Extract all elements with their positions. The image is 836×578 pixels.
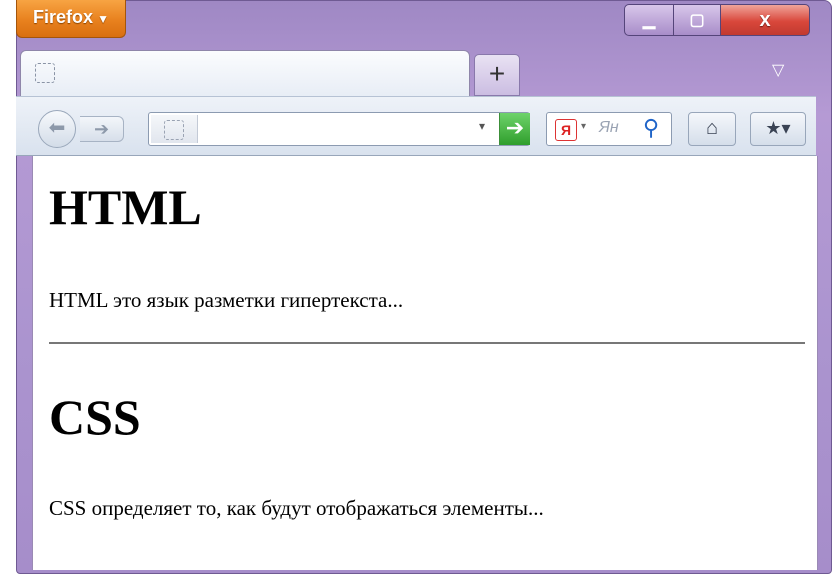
search-icon[interactable]: ⚲	[643, 115, 659, 141]
search-placeholder: Ян	[599, 119, 619, 136]
new-tab-button[interactable]: +	[474, 54, 520, 96]
firefox-menu-label: Firefox	[33, 7, 94, 27]
bookmark-star-icon: ★▾	[765, 118, 791, 138]
back-button[interactable]: ⬅	[38, 110, 76, 148]
home-icon: ⌂	[705, 117, 719, 139]
minimize-icon: ▁	[642, 12, 656, 29]
heading-html: HTML	[49, 179, 202, 235]
maximize-button[interactable]: ▢	[673, 4, 721, 36]
forward-button[interactable]: ➔	[80, 116, 124, 142]
active-tab[interactable]	[20, 50, 470, 100]
plus-icon: +	[488, 58, 506, 89]
page-placeholder-icon	[164, 120, 184, 140]
favicon-placeholder-icon	[35, 63, 55, 83]
site-identity-button[interactable]	[151, 115, 198, 143]
home-button[interactable]: ⌂	[688, 112, 736, 146]
list-all-tabs-button[interactable]: ▽	[772, 60, 784, 80]
history-dropdown-icon[interactable]: ▾	[479, 119, 485, 133]
firefox-menu-button[interactable]: Firefox ▼	[16, 0, 126, 38]
forward-arrow-icon: ➔	[93, 119, 110, 139]
address-bar[interactable]: ▾	[148, 112, 530, 146]
yandex-engine-icon[interactable]: Я	[555, 119, 577, 141]
maximize-icon: ▢	[689, 12, 705, 29]
horizontal-rule	[49, 342, 805, 344]
paragraph-css: CSS определяет то, как будут отображатьс…	[49, 496, 544, 520]
close-button[interactable]: x	[720, 4, 810, 36]
close-icon: x	[759, 8, 771, 31]
heading-css: CSS	[49, 389, 141, 445]
go-button[interactable]: ➔	[499, 113, 530, 145]
chevron-down-icon: ▽	[772, 62, 785, 79]
search-box[interactable]: Я ▾ Ян ⚲	[546, 112, 672, 146]
back-arrow-icon: ⬅	[48, 117, 66, 139]
engine-dropdown-icon[interactable]: ▾	[581, 121, 586, 132]
minimize-button[interactable]: ▁	[624, 4, 674, 36]
paragraph-html: HTML это язык разметки гипертекста...	[49, 288, 404, 312]
go-arrow-icon: ➔	[505, 115, 525, 140]
chevron-down-icon: ▼	[97, 12, 109, 26]
bookmarks-button[interactable]: ★▾	[750, 112, 806, 146]
page-content: HTML HTML это язык разметки гипертекста.…	[32, 156, 818, 570]
